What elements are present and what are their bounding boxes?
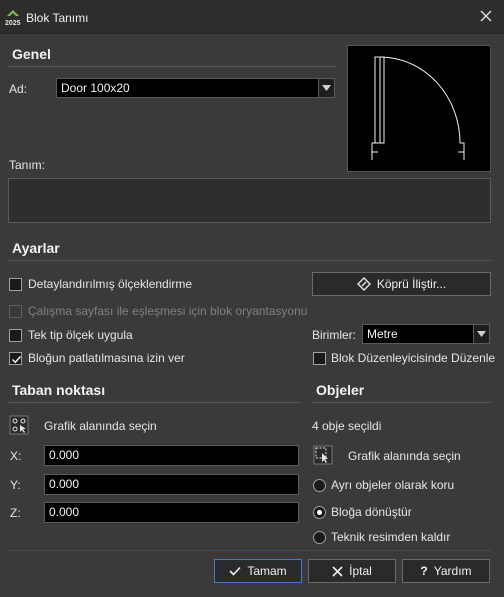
block-name-value: Door 100x20	[61, 81, 130, 95]
uniform-scale-label: Tek tip ölçek uygula	[28, 328, 133, 342]
description-field[interactable]	[8, 178, 491, 223]
annotative-label: Detaylandırılmış ölçeklendirme	[28, 277, 193, 291]
y-label: Y:	[10, 478, 21, 492]
match-orientation-label: Çalışma sayfası ile eşleşmesi için blok …	[28, 304, 308, 318]
allow-explode-checkbox[interactable]	[9, 352, 22, 365]
section-heading-base-point: Taban noktası	[12, 382, 106, 398]
help-button-label: Yardım	[433, 564, 472, 578]
app-logo-icon: 2025	[5, 10, 21, 27]
allow-explode-label: Bloğun patlatılmasına izin ver	[28, 351, 185, 365]
match-orientation-checkbox	[9, 305, 22, 318]
cancel-button[interactable]: İptal	[308, 559, 396, 583]
section-heading-objects: Objeler	[316, 382, 365, 398]
door-preview-graphic	[371, 56, 465, 160]
checkmark-icon	[229, 566, 241, 576]
help-button[interactable]: ? Yardım	[402, 559, 490, 583]
attach-hyperlink-button[interactable]: Köprü İliştir...	[312, 272, 491, 296]
y-coordinate-input[interactable]: 0.000	[44, 474, 299, 495]
open-in-editor-checkbox[interactable]	[313, 352, 326, 365]
close-icon[interactable]	[478, 8, 494, 24]
pick-point-label: Grafik alanında seçin	[44, 419, 157, 433]
name-label: Ad:	[9, 82, 28, 96]
annotative-checkbox[interactable]	[9, 278, 22, 291]
section-heading-general: Genel	[12, 46, 51, 62]
x-coordinate-input[interactable]: 0.000	[44, 445, 299, 466]
link-icon	[356, 277, 371, 291]
z-label: Z:	[10, 506, 21, 520]
divider	[8, 66, 336, 67]
divider	[312, 402, 491, 403]
units-label: Birimler:	[312, 328, 356, 342]
ok-button[interactable]: Tamam	[214, 559, 302, 583]
units-combo[interactable]: Metre	[362, 324, 490, 344]
radio-selected-dot	[317, 510, 322, 515]
divider	[8, 260, 491, 261]
convert-to-block-radio[interactable]	[313, 506, 326, 519]
x-label: X:	[10, 449, 22, 463]
section-heading-settings: Ayarlar	[12, 240, 60, 256]
divider	[8, 550, 491, 551]
checkmark-icon	[11, 355, 22, 364]
svg-text:2025: 2025	[5, 20, 21, 27]
units-value: Metre	[367, 327, 398, 341]
attach-hyperlink-label: Köprü İliştir...	[376, 277, 447, 291]
delete-objects-radio[interactable]	[313, 531, 326, 544]
object-count-text: 4 obje seçildi	[312, 419, 382, 433]
open-in-editor-label: Blok Düzenleyicisinde Düzenle	[331, 351, 496, 365]
block-name-combo[interactable]: Door 100x20	[56, 78, 335, 98]
divider	[8, 402, 301, 403]
chevron-down-icon	[477, 331, 486, 337]
select-objects-icon[interactable]	[313, 445, 333, 465]
help-icon: ?	[420, 564, 428, 578]
pick-point-icon[interactable]	[9, 415, 29, 435]
ok-button-label: Tamam	[247, 564, 287, 578]
title-bar: 2025 Blok Tanımı	[0, 0, 504, 34]
description-label: Tanım:	[9, 158, 46, 172]
dropdown-arrow[interactable]	[318, 79, 334, 97]
close-icon	[332, 565, 343, 577]
block-preview	[347, 45, 491, 172]
uniform-scale-checkbox[interactable]	[9, 329, 22, 342]
dropdown-arrow[interactable]	[473, 325, 489, 343]
convert-to-block-label: Bloğa dönüştür	[331, 505, 412, 519]
select-objects-label: Grafik alanında seçin	[348, 449, 461, 463]
cancel-button-label: İptal	[349, 564, 372, 578]
chevron-down-icon	[322, 85, 331, 91]
window-title: Blok Tanımı	[26, 11, 89, 25]
delete-objects-label: Teknik resimden kaldır	[331, 530, 451, 544]
z-coordinate-input[interactable]: 0.000	[44, 502, 299, 523]
retain-objects-label: Ayrı objeler olarak koru	[331, 478, 455, 492]
retain-objects-radio[interactable]	[313, 479, 326, 492]
